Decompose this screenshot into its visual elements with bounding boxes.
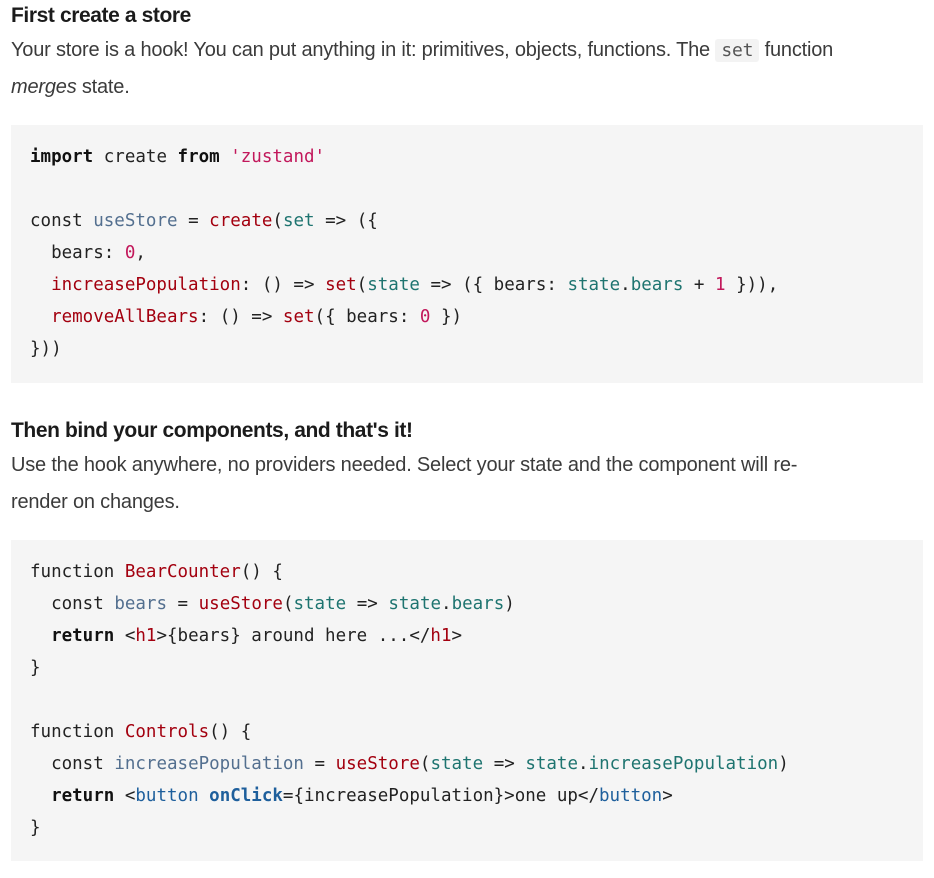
code-token: create bbox=[103, 147, 167, 167]
code-token: state bbox=[430, 754, 484, 774]
code-token: () { bbox=[209, 722, 252, 742]
code-token: bears: bbox=[51, 243, 115, 263]
code-token: < bbox=[124, 626, 136, 646]
code-token: : bbox=[240, 275, 252, 295]
code-token: > bbox=[662, 786, 673, 806]
code-token: . bbox=[620, 275, 631, 295]
code-token: ({ bears: bbox=[462, 275, 557, 295]
code-token: }) bbox=[441, 307, 463, 327]
code-token: >{bears} around here ...</ bbox=[156, 626, 431, 646]
code-token: increasePopulation bbox=[588, 754, 779, 774]
code-token: function bbox=[30, 562, 115, 582]
code-token: BearCounter bbox=[124, 562, 241, 582]
code-token: ) bbox=[778, 754, 789, 774]
code-token: ( bbox=[419, 754, 431, 774]
code-token: , bbox=[135, 243, 146, 263]
code-token: function bbox=[30, 722, 115, 742]
code-token: })) bbox=[30, 339, 62, 359]
description-text: function bbox=[759, 39, 834, 61]
code-token: => bbox=[356, 594, 378, 614]
code-token: const bbox=[51, 594, 104, 614]
code-token: button bbox=[599, 786, 663, 806]
code-block-bind-components[interactable]: function BearCounter() { const bears = u… bbox=[11, 540, 923, 861]
description-text: Your store is a hook! You can put anythi… bbox=[11, 39, 716, 61]
code-token: => bbox=[430, 275, 452, 295]
description-text: Use the hook anywhere, no providers need… bbox=[11, 454, 798, 476]
emphasis-merges: merges bbox=[11, 76, 77, 98]
code-token: ={increasePopulation}>one up</ bbox=[282, 786, 599, 806]
code-token: 1 bbox=[715, 275, 726, 295]
code-token: : bbox=[198, 307, 210, 327]
code-token: useStore bbox=[335, 754, 420, 774]
code-token: bears bbox=[630, 275, 684, 295]
code-token: state bbox=[367, 275, 420, 295]
code-token: state bbox=[525, 754, 578, 774]
code-token: 'zustand' bbox=[230, 147, 326, 167]
code-token: set bbox=[325, 275, 357, 295]
code-token: h1 bbox=[430, 626, 452, 646]
code-token: . bbox=[578, 754, 589, 774]
code-token: useStore bbox=[198, 594, 283, 614]
code-token: bears bbox=[451, 594, 505, 614]
code-block-create-store[interactable]: import create from 'zustand' const useSt… bbox=[11, 125, 923, 383]
page: First create a store Your store is a hoo… bbox=[0, 0, 934, 861]
code-token: ) bbox=[504, 594, 515, 614]
code-token: = bbox=[314, 754, 326, 774]
code-token: onClick bbox=[209, 786, 283, 806]
code-token: state bbox=[567, 275, 621, 295]
code-token: increasePopulation bbox=[114, 754, 304, 774]
description-text: state. bbox=[76, 76, 130, 98]
code-token: < bbox=[124, 786, 136, 806]
code-token: removeAllBears bbox=[51, 307, 199, 327]
code-token: = bbox=[177, 594, 189, 614]
code-token: set bbox=[282, 211, 315, 231]
code-token: () { bbox=[240, 562, 283, 582]
code-token: ({ bbox=[356, 211, 378, 231]
code-token: state bbox=[293, 594, 347, 614]
code-token: useStore bbox=[93, 211, 178, 231]
code-token: h1 bbox=[135, 626, 157, 646]
section-title-create-store: First create a store bbox=[11, 4, 191, 27]
code-token: } bbox=[30, 658, 41, 678]
code-token: increasePopulation bbox=[51, 275, 241, 295]
code-token: ( bbox=[272, 211, 283, 231]
code-token: = bbox=[188, 211, 199, 231]
code-token: . bbox=[441, 594, 452, 614]
code-token: ( bbox=[282, 594, 294, 614]
code-token: set bbox=[282, 307, 315, 327]
code-token: const bbox=[51, 754, 104, 774]
code-token: import bbox=[30, 147, 94, 167]
code-token: 0 bbox=[419, 307, 431, 327]
description-text: render on changes. bbox=[11, 491, 180, 513]
code-token: button bbox=[135, 786, 199, 806]
code-token: ({ bears: bbox=[314, 307, 410, 327]
code-token: bears bbox=[114, 594, 167, 614]
code-token: + bbox=[693, 275, 705, 295]
code-token: return bbox=[51, 786, 115, 806]
code-token: state bbox=[388, 594, 442, 614]
inline-code-set: set bbox=[715, 39, 760, 62]
code-token: const bbox=[30, 211, 83, 231]
code-token: () => bbox=[219, 307, 273, 327]
code-token: create bbox=[209, 211, 273, 231]
code-token: => bbox=[493, 754, 515, 774]
section-description-create-store: Your store is a hook! You can put anythi… bbox=[11, 32, 923, 106]
code-token: from bbox=[177, 147, 220, 167]
code-token: } bbox=[30, 818, 41, 838]
code-token: 0 bbox=[124, 243, 136, 263]
section-description-bind-components: Use the hook anywhere, no providers need… bbox=[11, 447, 923, 521]
code-token: return bbox=[51, 626, 115, 646]
code-token: () => bbox=[261, 275, 315, 295]
code-token: Controls bbox=[124, 722, 210, 742]
code-token: ( bbox=[356, 275, 368, 295]
code-token: > bbox=[451, 626, 463, 646]
code-token: => bbox=[325, 211, 347, 231]
section-title-bind-components: Then bind your components, and that's it… bbox=[11, 419, 413, 442]
code-token: })), bbox=[736, 275, 779, 295]
